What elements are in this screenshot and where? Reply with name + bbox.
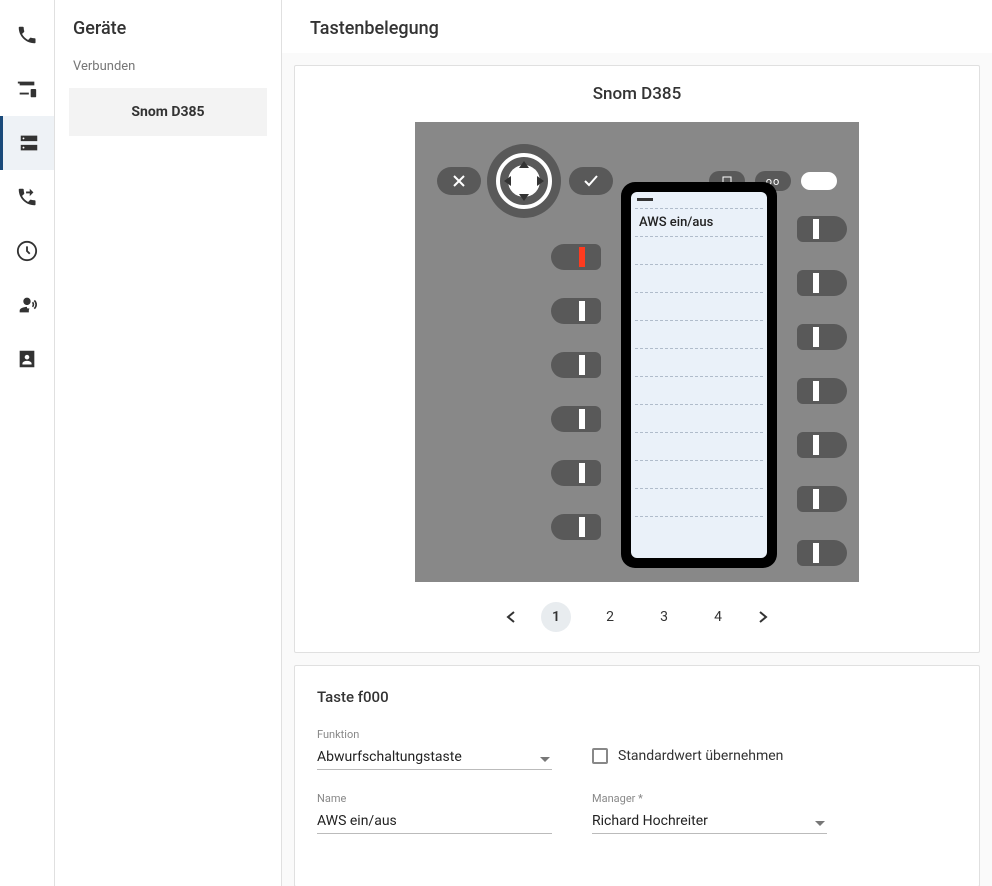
devices-connected-label: Verbunden (55, 51, 281, 82)
side-key-left[interactable] (551, 352, 601, 378)
screen-key-line[interactable] (635, 320, 763, 348)
key-led-icon (579, 409, 585, 429)
side-key-left[interactable] (551, 298, 601, 324)
screen-key-line[interactable] (635, 348, 763, 376)
standard-checkbox[interactable]: Standardwert übernehmen (592, 748, 783, 770)
screen-key-line[interactable] (635, 292, 763, 320)
side-key-right[interactable] (797, 432, 847, 458)
side-key-right[interactable] (797, 378, 847, 404)
manager-value: Richard Hochreiter (592, 809, 827, 834)
screen-key-line[interactable] (635, 376, 763, 404)
key-led-icon (579, 463, 585, 483)
x-icon (452, 174, 466, 188)
screen-key-line[interactable] (635, 460, 763, 488)
voice-announce-icon (16, 294, 38, 316)
page-title: Tastenbelegung (290, 18, 984, 39)
page-number[interactable]: 4 (703, 602, 733, 632)
page-prev[interactable] (501, 607, 521, 627)
chevron-down-icon (540, 757, 550, 762)
side-key-left[interactable] (551, 460, 601, 486)
checkbox-icon (592, 748, 608, 764)
phone-model-label: Snom D385 (295, 84, 979, 104)
key-form-card: Taste f000 Funktion Abwurfschaltungstast… (294, 665, 980, 886)
screen-key-line[interactable] (635, 432, 763, 460)
side-key-right[interactable] (797, 540, 847, 566)
clock-icon (16, 240, 38, 262)
key-led-icon (813, 543, 819, 563)
page-number[interactable]: 2 (595, 602, 625, 632)
side-key-left[interactable] (551, 514, 601, 540)
nav-key-assignment[interactable] (0, 116, 54, 170)
funktion-select[interactable]: Funktion Abwurfschaltungstaste (317, 728, 552, 770)
key-led-icon (813, 219, 819, 239)
page-number[interactable]: 1 (541, 602, 571, 632)
screen-key-line[interactable] (635, 264, 763, 292)
name-input[interactable]: Name AWS ein/aus (317, 792, 552, 834)
nav-call-forward[interactable] (0, 170, 54, 224)
main-content: Tastenbelegung Snom D385 (282, 0, 992, 886)
nav-announcements[interactable] (0, 278, 54, 332)
key-led-icon (579, 247, 585, 267)
key-led-icon (813, 327, 819, 347)
nav-devices[interactable] (0, 62, 54, 116)
contact-icon (16, 348, 38, 370)
side-key-right[interactable] (797, 216, 847, 242)
device-entry-snom-d385[interactable]: Snom D385 (69, 88, 267, 136)
side-key-right[interactable] (797, 486, 847, 512)
chevron-right-icon (758, 611, 768, 623)
phone-screen: AWS ein/aus (621, 182, 777, 568)
phone-cancel-button[interactable] (437, 167, 481, 195)
form-title: Taste f000 (317, 688, 957, 706)
funktion-value: Abwurfschaltungstaste (317, 745, 552, 770)
screen-key-line[interactable] (635, 488, 763, 516)
screen-key-line[interactable]: AWS ein/aus (635, 208, 763, 236)
standard-checkbox-label: Standardwert übernehmen (618, 748, 783, 764)
call-forward-icon (16, 186, 38, 208)
screen-key-line[interactable] (635, 236, 763, 264)
devices-panel: Geräte Verbunden Snom D385 (54, 0, 282, 886)
side-key-right[interactable] (797, 270, 847, 296)
key-led-icon (579, 355, 585, 375)
key-led-icon (579, 301, 585, 321)
side-key-left[interactable] (551, 406, 601, 432)
key-led-icon (813, 381, 819, 401)
key-led-icon (813, 273, 819, 293)
manager-label: Manager * (592, 792, 827, 805)
name-label: Name (317, 792, 552, 805)
chevron-left-icon (506, 611, 516, 623)
phone-dpad[interactable] (487, 144, 561, 218)
phone-preview-card: Snom D385 (294, 65, 980, 653)
devices-title: Geräte (55, 0, 281, 51)
phone-illustration: oo AWS ein/aus (415, 122, 859, 582)
server-icon (18, 132, 40, 154)
key-led-icon (813, 489, 819, 509)
page-number[interactable]: 3 (649, 602, 679, 632)
key-led-icon (579, 517, 585, 537)
nav-phone[interactable] (0, 8, 54, 62)
nav-schedule[interactable] (0, 224, 54, 278)
screen-key-line[interactable] (635, 516, 763, 544)
page-next[interactable] (753, 607, 773, 627)
phone-icon (16, 24, 38, 46)
nav-contacts[interactable] (0, 332, 54, 386)
key-led-icon (813, 435, 819, 455)
side-key-left[interactable] (551, 244, 601, 270)
icon-sidebar (0, 0, 54, 886)
screen-key-label: AWS ein/aus (639, 215, 713, 230)
screen-key-line[interactable] (635, 404, 763, 432)
pagination: 1234 (295, 602, 979, 632)
side-key-right[interactable] (797, 324, 847, 350)
check-icon (583, 174, 599, 188)
name-value: AWS ein/aus (317, 809, 552, 834)
funktion-label: Funktion (317, 728, 552, 741)
chevron-down-icon (815, 821, 825, 826)
devices-icon (16, 78, 38, 100)
manager-select[interactable]: Manager * Richard Hochreiter (592, 792, 827, 834)
phone-indicator-led (801, 172, 837, 190)
phone-accept-button[interactable] (569, 167, 613, 195)
